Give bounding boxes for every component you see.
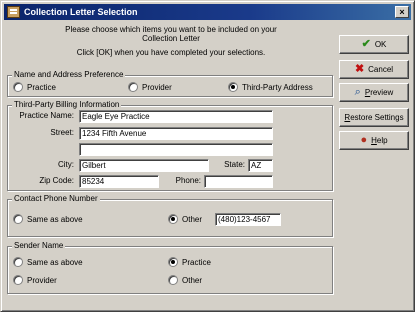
- radio-circle[interactable]: [13, 82, 23, 92]
- instructions-line-1: Please choose which items you want to be…: [65, 25, 277, 34]
- city-input[interactable]: Gilbert: [79, 159, 209, 172]
- radio-provider[interactable]: Provider: [128, 82, 172, 92]
- street-line-1-input[interactable]: 1234 Fifth Avenue: [79, 127, 273, 140]
- instructions-line-2: Collection Letter: [142, 34, 200, 43]
- radio-label: Other: [182, 214, 203, 224]
- radio-label: Practice: [182, 257, 211, 267]
- help-button[interactable]: ● Help: [339, 131, 409, 150]
- window-title: Collection Letter Selection: [24, 7, 138, 17]
- ok-button[interactable]: ✔ OK: [339, 35, 409, 54]
- radio-third-party-address[interactable]: Third-Party Address: [228, 82, 313, 92]
- radio-label: Other: [182, 275, 203, 285]
- radio-circle-selected[interactable]: [168, 257, 178, 267]
- cancel-label: Cancel: [368, 65, 394, 74]
- x-icon: ✖: [354, 63, 365, 75]
- instructions-line-3: Click [OK] when you have completed your …: [76, 48, 266, 57]
- radio-sender-other[interactable]: Other: [168, 275, 202, 285]
- radio-circle[interactable]: [168, 275, 178, 285]
- close-button[interactable]: ×: [395, 6, 409, 18]
- cancel-button[interactable]: ✖ Cancel: [339, 60, 409, 79]
- sender-name-title: Sender Name: [12, 241, 66, 251]
- radio-label: Practice: [27, 82, 56, 92]
- title-bar: Collection Letter Selection ×: [4, 4, 411, 20]
- state-label: State:: [224, 160, 245, 169]
- radio-circle[interactable]: [13, 257, 23, 267]
- radio-sender-provider[interactable]: Provider: [13, 275, 57, 285]
- ok-label: OK: [374, 40, 387, 49]
- billing-title: Third-Party Billing Information: [12, 100, 122, 110]
- radio-label: Third-Party Address: [242, 82, 313, 92]
- contact-phone-group: Contact Phone Number Same as above Other…: [7, 194, 333, 237]
- radio-circle-selected[interactable]: [228, 82, 238, 92]
- radio-sender-practice[interactable]: Practice: [168, 257, 211, 267]
- practice-name-label: Practice Name:: [19, 111, 74, 120]
- radio-circle[interactable]: [13, 275, 23, 285]
- street-line-2-input[interactable]: [79, 143, 273, 156]
- name-address-title: Name and Address Preference: [12, 70, 126, 80]
- preview-button[interactable]: ⌕ Preview: [339, 83, 409, 102]
- radio-label: Same as above: [27, 257, 83, 267]
- contact-phone-other-input[interactable]: (480)123-4567: [215, 213, 281, 226]
- name-address-group: Name and Address Preference Practice Pro…: [7, 70, 333, 97]
- sender-name-group: Sender Name Same as above Practice Provi…: [7, 241, 333, 294]
- radio-label: Provider: [142, 82, 172, 92]
- street-label: Street:: [50, 128, 74, 137]
- radio-contact-other[interactable]: Other: [168, 214, 202, 224]
- radio-circle-selected[interactable]: [168, 214, 178, 224]
- third-party-billing-group: Third-Party Billing Information Practice…: [7, 100, 333, 191]
- city-label: City:: [58, 160, 74, 169]
- radio-circle[interactable]: [128, 82, 138, 92]
- dialog-window: Collection Letter Selection × Please cho…: [0, 0, 415, 312]
- radio-label: Provider: [27, 275, 57, 285]
- zip-code-label: Zip Code:: [39, 176, 74, 185]
- restore-label: estore Settings: [350, 113, 404, 122]
- phone-label: Phone:: [175, 176, 201, 185]
- help-icon: ●: [360, 134, 368, 146]
- practice-name-input[interactable]: Eagle Eye Practice: [79, 110, 273, 123]
- checkmark-icon: ✔: [361, 38, 371, 50]
- app-icon: [7, 6, 20, 18]
- state-input[interactable]: AZ: [248, 159, 273, 172]
- radio-practice[interactable]: Practice: [13, 82, 56, 92]
- radio-circle[interactable]: [13, 214, 23, 224]
- preview-label: review: [370, 88, 394, 97]
- magnifier-icon: ⌕: [354, 86, 361, 98]
- radio-sender-same-as-above[interactable]: Same as above: [13, 257, 83, 267]
- radio-label: Same as above: [27, 214, 83, 224]
- radio-contact-same-as-above[interactable]: Same as above: [13, 214, 83, 224]
- restore-settings-button[interactable]: Restore Settings: [339, 108, 409, 127]
- zip-code-input[interactable]: 85234: [79, 175, 159, 188]
- help-label: elp: [376, 136, 388, 145]
- contact-phone-title: Contact Phone Number: [12, 194, 100, 204]
- phone-input[interactable]: [204, 175, 273, 188]
